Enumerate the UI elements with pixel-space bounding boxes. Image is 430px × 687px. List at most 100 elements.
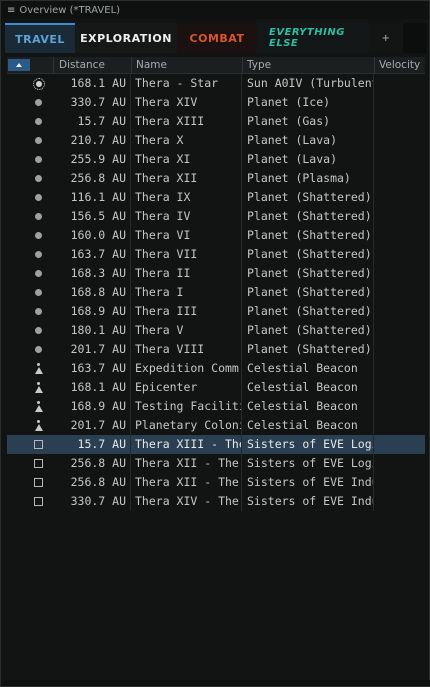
row-name: Thera I — [131, 283, 242, 302]
row-distance: 256.8 AU — [53, 473, 131, 492]
row-distance: 201.7 AU — [53, 416, 131, 435]
row-name: Thera VI — [131, 226, 242, 245]
row-velocity — [374, 454, 425, 473]
structure-icon — [34, 478, 43, 487]
row-type: Planet (Gas) — [242, 112, 374, 131]
row-icon-cell — [7, 213, 53, 220]
row-icon-cell — [7, 232, 53, 239]
row-velocity — [374, 283, 425, 302]
row-velocity — [374, 226, 425, 245]
add-tab-button[interactable]: + — [369, 23, 403, 53]
table-row[interactable]: 168.8 AU Thera I Planet (Shattered) — [7, 283, 425, 302]
row-type: Celestial Beacon — [242, 397, 374, 416]
table-row[interactable]: 256.8 AU Thera XII - The S Sisters of EVE … — [7, 454, 425, 473]
window-title: Overview (*TRAVEL) — [19, 4, 121, 16]
planet-icon — [35, 213, 42, 220]
row-distance: 210.7 AU — [53, 131, 131, 150]
row-name: Thera XIII — [131, 112, 242, 131]
table-row[interactable]: 168.1 AU Epicenter Celestial Beacon — [7, 378, 425, 397]
planet-icon — [35, 308, 42, 315]
column-header-velocity[interactable]: Velocity — [374, 57, 425, 73]
row-icon-cell — [7, 420, 53, 431]
table-row[interactable]: 256.8 AU Thera XII - The S Sisters of EVE … — [7, 473, 425, 492]
planet-icon — [35, 175, 42, 182]
table-header: Distance Name Type Velocity — [7, 57, 425, 74]
table-row[interactable]: 168.1 AU Thera - Star Sun A0IV (Turbulent — [7, 74, 425, 93]
tab-exploration[interactable]: EXPLORATION — [75, 23, 177, 53]
tab-combat[interactable]: COMBAT — [177, 23, 257, 53]
table-row[interactable]: 163.7 AU Thera VII Planet (Shattered) — [7, 245, 425, 264]
row-name: Thera XII — [131, 169, 242, 188]
table-row[interactable]: 180.1 AU Thera V Planet (Shattered) — [7, 321, 425, 340]
row-name: Thera - Star — [131, 74, 242, 93]
table-row[interactable]: 256.8 AU Thera XII Planet (Plasma) — [7, 169, 425, 188]
row-velocity — [374, 112, 425, 131]
table-row[interactable]: 255.9 AU Thera XI Planet (Lava) — [7, 150, 425, 169]
planet-icon — [35, 99, 42, 106]
tab-everything-else[interactable]: EVERYTHING ELSE — [257, 23, 369, 53]
table-row[interactable]: 168.3 AU Thera II Planet (Shattered) — [7, 264, 425, 283]
row-velocity — [374, 264, 425, 283]
overview-window: ≡ Overview (*TRAVEL) TRAVEL EXPLORATION … — [0, 0, 430, 687]
row-type: Sisters of EVE Indust — [242, 492, 374, 511]
table-row[interactable]: 330.7 AU Thera XIV Planet (Ice) — [7, 93, 425, 112]
row-type: Planet (Shattered) — [242, 264, 374, 283]
row-name: Thera X — [131, 131, 242, 150]
table-row[interactable]: 201.7 AU Thera VIII Planet (Shattered) — [7, 340, 425, 359]
row-name: Epicenter — [131, 378, 242, 397]
row-name: Thera IV — [131, 207, 242, 226]
window-titlebar[interactable]: ≡ Overview (*TRAVEL) — [1, 1, 429, 19]
planet-icon — [35, 137, 42, 144]
row-velocity — [374, 131, 425, 150]
planet-icon — [35, 251, 42, 258]
row-velocity — [374, 169, 425, 188]
column-header-type[interactable]: Type — [242, 57, 374, 73]
table-row[interactable]: 201.7 AU Planetary Coloniz Celestial Beaco… — [7, 416, 425, 435]
row-velocity — [374, 207, 425, 226]
row-velocity — [374, 359, 425, 378]
row-icon-cell — [7, 327, 53, 334]
table-row[interactable]: 330.7 AU Thera XIV - The S Sisters of EVE … — [7, 492, 425, 511]
column-header-distance[interactable]: Distance — [53, 57, 131, 73]
row-icon-cell — [7, 478, 53, 487]
table-row[interactable]: 168.9 AUTesting FacilitiesCelestial Beac… — [7, 397, 425, 416]
row-type: Planet (Shattered) — [242, 340, 374, 359]
row-icon-cell — [7, 382, 53, 393]
row-velocity — [374, 302, 425, 321]
table-row[interactable]: 156.5 AU Thera IV Planet (Shattered) — [7, 207, 425, 226]
planet-icon — [35, 346, 42, 353]
row-distance: 168.1 AU — [53, 378, 131, 397]
row-type: Sisters of EVE Logisti — [242, 435, 374, 454]
row-name: Thera V — [131, 321, 242, 340]
column-header-name[interactable]: Name — [131, 57, 242, 73]
row-type: Celestial Beacon — [242, 378, 374, 397]
hamburger-icon[interactable]: ≡ — [7, 5, 15, 16]
table-row[interactable]: 168.9 AU Thera III Planet (Shattered) — [7, 302, 425, 321]
table-row[interactable]: 160.0 AU Thera VI Planet (Shattered) — [7, 226, 425, 245]
sort-toggle-button[interactable] — [8, 59, 30, 71]
row-name: Thera VIII — [131, 340, 242, 359]
table-row[interactable]: 116.1 AU Thera IX Planet (Shattered) — [7, 188, 425, 207]
row-name: Thera IX — [131, 188, 242, 207]
structure-icon — [34, 440, 43, 449]
row-velocity — [374, 245, 425, 264]
row-velocity — [374, 416, 425, 435]
table-row[interactable]: 163.7 AU Expedition Comm Celestial Beacon — [7, 359, 425, 378]
row-velocity — [374, 473, 425, 492]
table-row[interactable]: 15.7 AUThera XIII - The SSisters of EVE … — [7, 435, 425, 454]
row-icon-cell — [7, 459, 53, 468]
row-icon-cell — [7, 99, 53, 106]
planet-icon — [35, 289, 42, 296]
row-icon-cell — [7, 363, 53, 374]
row-distance: 168.3 AU — [53, 264, 131, 283]
row-name: Thera XII - The S — [131, 473, 242, 492]
row-velocity — [374, 188, 425, 207]
row-icon-cell — [7, 401, 53, 412]
row-type: Planet (Shattered) — [242, 302, 374, 321]
row-distance: 180.1 AU — [53, 321, 131, 340]
table-row[interactable]: 210.7 AU Thera X Planet (Lava) — [7, 131, 425, 150]
table-row[interactable]: 15.7 AU Thera XIII Planet (Gas) — [7, 112, 425, 131]
planet-icon — [35, 270, 42, 277]
row-distance: 168.9 AU — [53, 302, 131, 321]
tab-travel[interactable]: TRAVEL — [5, 23, 75, 53]
